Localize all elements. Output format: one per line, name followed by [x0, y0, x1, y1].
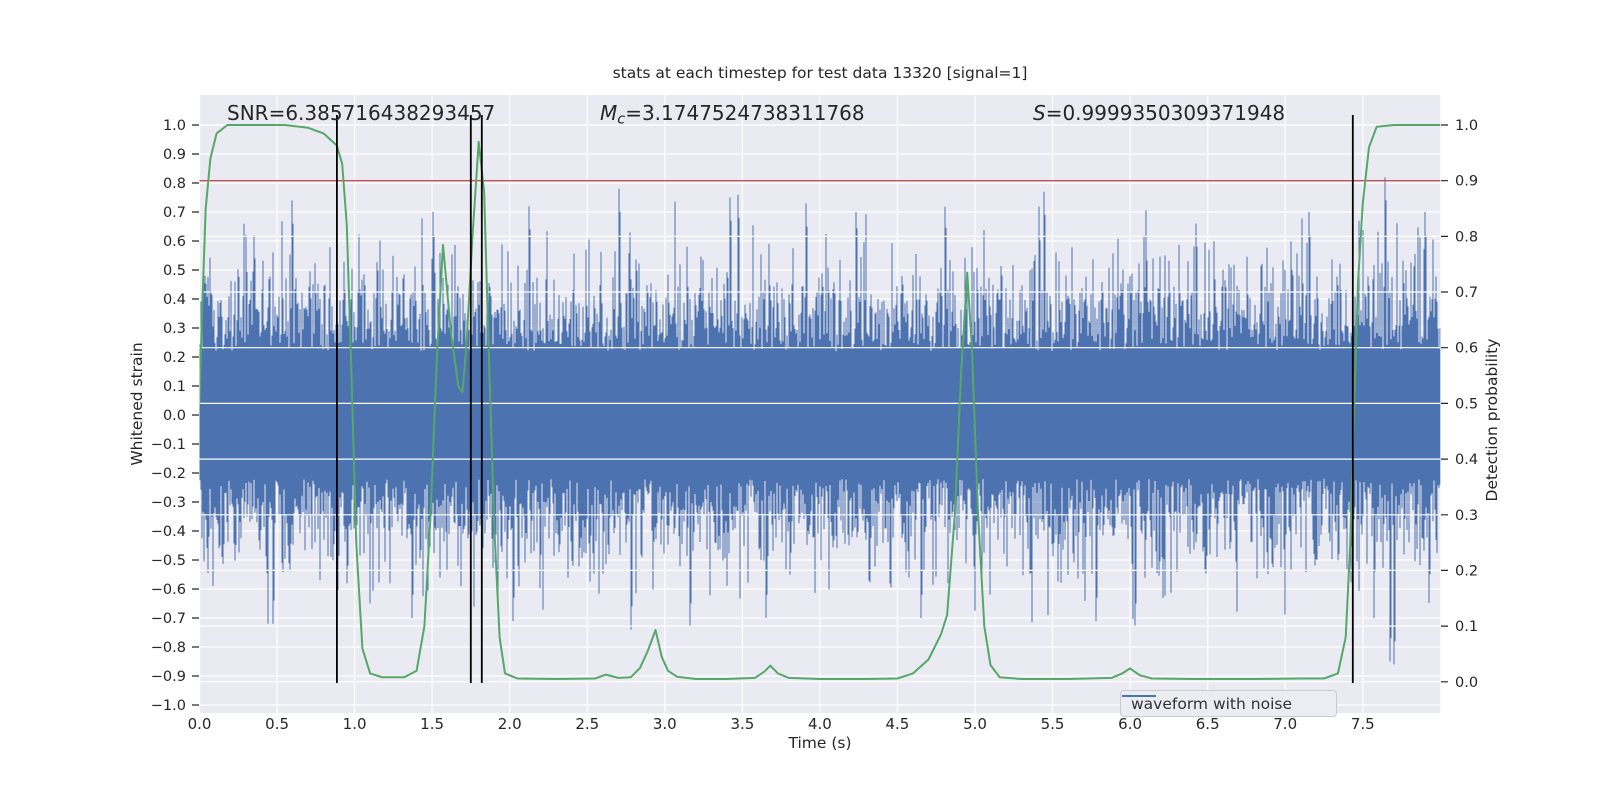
x-tick-label: 6.0	[1118, 715, 1142, 733]
annotation-significance-label: S	[1033, 101, 1046, 125]
annotation-snr-value: =6.385716438293457	[268, 101, 496, 125]
y-tick-label-right: 0.4	[1455, 452, 1478, 468]
annotation-chirp-mass: Mc=3.1747524738311768	[600, 101, 865, 128]
y-tick-label-left: 0.5	[163, 263, 186, 279]
x-tick-label: 1.0	[343, 715, 367, 733]
annotation-snr: SNR=6.385716438293457	[227, 101, 495, 128]
x-tick-label: 0.5	[265, 715, 289, 733]
y-tick-label-right: 0.7	[1455, 285, 1478, 301]
y-tick-label-left: 0.1	[163, 379, 186, 395]
y-tick-label-right: 0.2	[1455, 563, 1478, 579]
y-tick-label-left: 1.0	[163, 118, 186, 134]
y-tick-label-right: 0.6	[1455, 341, 1478, 357]
annotation-snr-label: SNR	[227, 101, 269, 125]
y-tick-label-right: 0.3	[1455, 508, 1478, 524]
y-tick-label-left: 0.6	[163, 234, 186, 250]
y-tick-label-right: 0.9	[1455, 174, 1478, 190]
y-tick-label-left: −0.4	[151, 524, 186, 540]
y-tick-label-left: 0.8	[163, 176, 186, 192]
y-tick-labels-right: 1.0 0.9 0.8 0.7 0.6 0.5 0.4 0.3 0.2 0.1 0.0	[1455, 118, 1478, 691]
y-tick-labels-left: 1.0 0.9 0.8 0.7 0.6 0.5 0.4 0.3 0.2 0.1 0.0 −0.1 −0.…	[151, 118, 186, 714]
x-tick-label: 3.0	[653, 715, 677, 733]
annotation-chirp-mass-label: M	[600, 101, 618, 125]
x-tick-label: 5.0	[963, 715, 987, 733]
x-tick-label: 7.5	[1351, 715, 1375, 733]
x-tick-label: 2.0	[498, 715, 522, 733]
legend-line-swatch	[1122, 695, 1156, 697]
y-tick-label-right: 0.5	[1455, 396, 1478, 412]
x-tick-labels: 0.0 0.5 1.0 1.5 2.0 2.5 3.0 3.5 4.0 4.5 5.0 5.5 6.0 6…	[188, 715, 1375, 733]
figure: 1.0 0.9 0.8 0.7 0.6 0.5 0.4 0.3 0.2 0.1 0.0 −0.1 −0.…	[0, 0, 1600, 800]
annotation-chirp-mass-value: =3.1747524738311768	[625, 101, 865, 125]
y-axis-label-right: Detection probability	[1483, 338, 1501, 502]
x-tick-label: 2.5	[575, 715, 599, 733]
y-tick-label-left: −1.0	[151, 698, 186, 714]
y-tick-label-left: 0.0	[163, 408, 186, 424]
y-tick-label-left: −0.2	[151, 466, 186, 482]
y-tick-label-left: 0.9	[163, 147, 186, 163]
annotation-significance: S=0.9999350309371948	[1033, 101, 1285, 128]
x-axis-label: Time (s)	[788, 734, 852, 752]
x-tick-label: 7.0	[1273, 715, 1297, 733]
y-tick-label-left: −0.1	[151, 437, 186, 453]
x-tick-label: 6.5	[1196, 715, 1220, 733]
x-tick-label: 1.5	[420, 715, 444, 733]
y-tick-label-left: −0.5	[151, 553, 186, 569]
x-tick-label: 4.0	[808, 715, 832, 733]
y-tick-label-right: 1.0	[1455, 118, 1478, 134]
y-tick-label-right: 0.8	[1455, 229, 1478, 245]
y-axis-label-left: Whitened strain	[128, 342, 146, 466]
y-tick-label-left: −0.6	[151, 582, 186, 598]
x-tick-label: 3.5	[730, 715, 754, 733]
y-tick-label-left: −0.9	[151, 669, 186, 685]
y-tick-label-left: 0.7	[163, 205, 186, 221]
y-tick-label-right: 0.0	[1455, 675, 1478, 691]
y-tick-label-left: −0.3	[151, 495, 186, 511]
legend: waveform with noise	[1120, 690, 1337, 717]
annotation-significance-value: =0.9999350309371948	[1045, 101, 1286, 125]
x-tick-label: 4.5	[885, 715, 909, 733]
y-tick-label-right: 0.1	[1455, 619, 1478, 635]
y-tick-label-left: 0.3	[163, 321, 186, 337]
x-tick-label: 0.0	[188, 715, 212, 733]
y-tick-label-left: 0.4	[163, 292, 186, 308]
y-tick-label-left: −0.7	[151, 611, 186, 627]
x-tick-label: 5.5	[1041, 715, 1065, 733]
annotation-chirp-mass-sub: c	[617, 111, 626, 128]
chart-title: stats at each timestep for test data 133…	[612, 64, 1028, 82]
y-tick-label-left: −0.8	[151, 640, 186, 656]
y-tick-label-left: 0.2	[163, 350, 186, 366]
